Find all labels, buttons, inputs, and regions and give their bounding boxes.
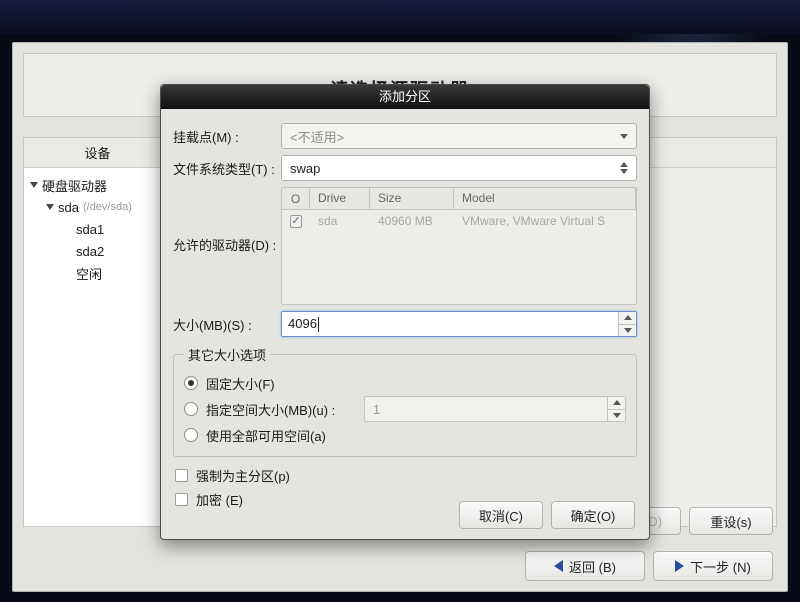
tree-label: 硬盘驱动器 — [42, 176, 107, 195]
tree-part[interactable]: 空闲 — [24, 262, 171, 284]
add-partition-dialog: 添加分区 挂载点(M) : <不适用> 文件系统类型(T) : swap 允许的… — [160, 84, 650, 540]
radio-icon[interactable] — [184, 428, 198, 442]
spinner-buttons — [607, 397, 625, 421]
checkbox-label: 强制为主分区(p) — [196, 466, 290, 485]
back-button[interactable]: 返回 (B) — [525, 551, 645, 581]
updown-icon — [620, 162, 628, 174]
radio-label: 指定空间大小(MB)(u) : — [206, 400, 356, 419]
chevron-down-icon — [30, 182, 38, 188]
device-tree[interactable]: 硬盘驱动器 sda (/dev/sda) sda1 sda2 空闲 — [24, 168, 172, 526]
dialog-title: 添加分区 — [161, 85, 649, 109]
col-size: Size — [370, 188, 454, 209]
size-spinner[interactable]: 4096 — [281, 311, 637, 337]
combo-value: swap — [290, 161, 320, 176]
radio-fixed-size[interactable]: 固定大小(F) — [184, 370, 626, 396]
chevron-up-icon — [613, 400, 621, 405]
tree-label: sda1 — [76, 222, 104, 237]
tree-part[interactable]: sda2 — [24, 240, 171, 262]
chevron-down-icon — [613, 413, 621, 418]
spinner-buttons[interactable] — [618, 312, 636, 336]
fs-type-combo[interactable]: swap — [281, 155, 637, 181]
dialog-body: 挂载点(M) : <不适用> 文件系统类型(T) : swap 允许的驱动器(D… — [161, 109, 649, 517]
chevron-up-icon — [624, 315, 632, 320]
reset-button[interactable]: 重设(s) — [689, 507, 773, 535]
radio-fill-up-to[interactable]: 指定空间大小(MB)(u) : — [184, 396, 626, 422]
fs-type-label: 文件系统类型(T) : — [173, 159, 281, 178]
text-cursor — [318, 317, 319, 332]
radio-label: 使用全部可用空间(a) — [206, 426, 326, 445]
button-label: 下一步 (N) — [690, 557, 751, 576]
tree-label: 空闲 — [76, 264, 102, 283]
app-topbar — [0, 0, 800, 34]
tree-root[interactable]: 硬盘驱动器 — [24, 174, 171, 196]
arrow-right-icon — [675, 560, 684, 572]
drive-name: sda — [310, 214, 370, 228]
tree-label: sda — [58, 200, 79, 215]
checkbox-icon[interactable] — [290, 215, 302, 228]
tree-label: sda2 — [76, 244, 104, 259]
col-drive: Drive — [310, 188, 370, 209]
drive-row[interactable]: sda 40960 MB VMware, VMware Virtual S — [282, 210, 636, 232]
allowed-drives-label: 允许的驱动器(D) : — [173, 187, 281, 254]
next-button[interactable]: 下一步 (N) — [653, 551, 773, 581]
chevron-down-icon — [620, 134, 628, 139]
radio-icon[interactable] — [184, 402, 198, 416]
tree-disk[interactable]: sda (/dev/sda) — [24, 196, 171, 218]
col-device: 设备 — [24, 143, 172, 162]
allowed-drives-list[interactable]: O Drive Size Model sda 40960 MB VMware, … — [281, 187, 637, 305]
radio-all-space[interactable]: 使用全部可用空间(a) — [184, 422, 626, 448]
group-label: 其它大小选项 — [184, 345, 270, 364]
size-options-group: 其它大小选项 固定大小(F) 指定空间大小(MB)(u) : 使用全部可用空间(… — [173, 345, 637, 457]
cancel-button[interactable]: 取消(C) — [459, 501, 543, 529]
ok-button[interactable]: 确定(O) — [551, 501, 635, 529]
spinner-value: 4096 — [288, 316, 319, 332]
tree-part[interactable]: sda1 — [24, 218, 171, 240]
button-label: 返回 (B) — [569, 557, 616, 576]
col-model: Model — [454, 188, 636, 209]
size-label: 大小(MB)(S) : — [173, 315, 281, 334]
mount-point-combo[interactable]: <不适用> — [281, 123, 637, 149]
checkbox-label: 加密 (E) — [196, 490, 243, 509]
dialog-button-row: 取消(C) 确定(O) — [459, 501, 635, 529]
chevron-down-icon — [624, 328, 632, 333]
arrow-left-icon — [554, 560, 563, 572]
checkbox-icon[interactable] — [175, 469, 188, 482]
tree-hint: (/dev/sda) — [83, 201, 132, 213]
chevron-down-icon — [46, 204, 54, 210]
spinner-value — [371, 401, 607, 418]
radio-icon[interactable] — [184, 376, 198, 390]
checkbox-icon[interactable] — [175, 493, 188, 506]
mount-point-label: 挂载点(M) : — [173, 127, 281, 146]
drive-model: VMware, VMware Virtual S — [454, 214, 636, 228]
force-primary-checkbox[interactable]: 强制为主分区(p) — [173, 463, 637, 487]
drive-size: 40960 MB — [370, 214, 454, 228]
up-to-spinner — [364, 396, 626, 422]
col-check: O — [282, 188, 310, 209]
radio-label: 固定大小(F) — [206, 374, 275, 393]
drive-list-header: O Drive Size Model — [282, 188, 636, 210]
combo-value: <不适用> — [290, 127, 344, 146]
wizard-nav-row: 返回 (B) 下一步 (N) — [525, 551, 773, 581]
